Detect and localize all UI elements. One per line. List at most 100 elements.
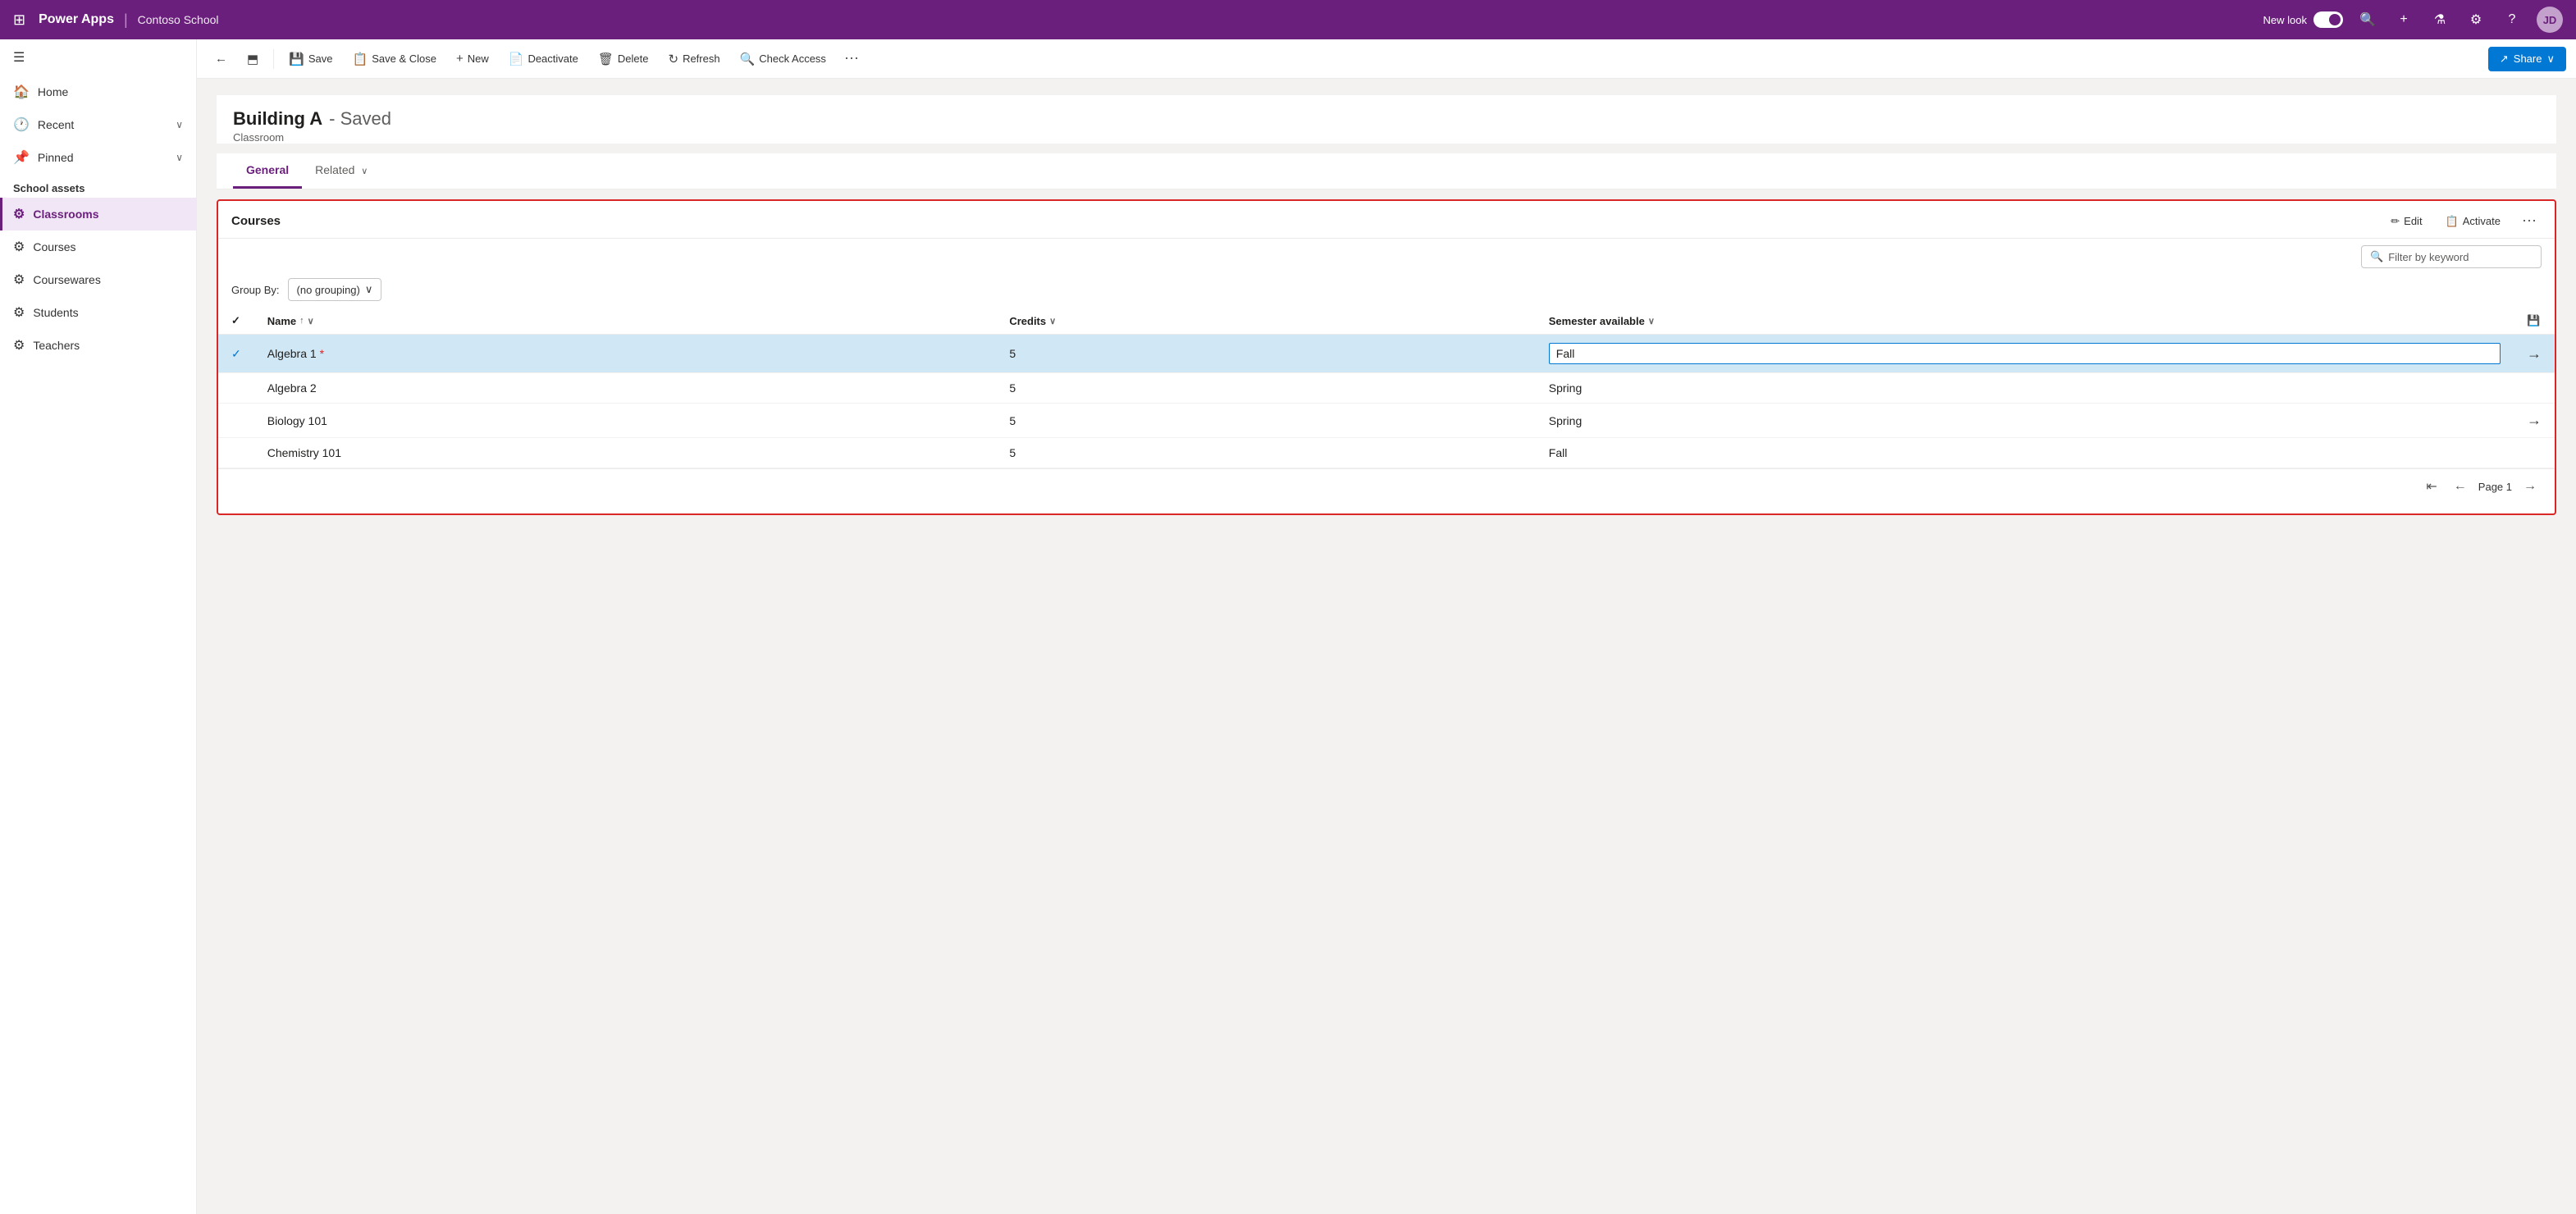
row-credits: 5 [1009,381,1016,395]
avatar[interactable]: JD [2537,7,2563,33]
check-access-button[interactable]: 🔍 Check Access [732,47,834,71]
col-name-sort-dir[interactable]: ∨ [308,316,314,326]
page-first-button[interactable]: ⇤ [2421,476,2441,497]
section-more-icon[interactable]: ⋯ [2517,211,2542,231]
row-check-cell[interactable]: ✓ [218,335,254,373]
groupby-value: (no grouping) [297,284,360,296]
row-check-cell[interactable] [218,404,254,438]
filter-icon[interactable]: ⚗ [2428,8,2451,31]
home-icon: 🏠 [13,84,30,100]
table-row[interactable]: ✓Algebra 1*5Fall→ [218,335,2555,373]
delete-button[interactable]: 🗑 Delete [590,47,657,71]
more-commands-icon[interactable]: ⋯ [838,47,866,71]
tab-button[interactable]: ⬒ [239,47,267,71]
sidebar-item-home[interactable]: 🏠 Home [0,75,196,108]
edit-button[interactable]: ✏ Edit [2384,212,2428,231]
row-name: Chemistry 101 [267,446,341,459]
col-semester-sort[interactable]: ∨ [1648,316,1655,326]
groupby-select[interactable]: (no grouping) ∨ [288,278,382,301]
refresh-button[interactable]: ↻ Refresh [660,47,728,71]
edit-label: Edit [2404,215,2422,227]
save-icon: 💾 [289,52,304,66]
help-icon[interactable]: ? [2501,8,2523,31]
tab-related-label: Related [315,163,354,176]
new-look-toggle[interactable]: New look [2263,11,2343,28]
search-icon[interactable]: 🔍 [2356,8,2379,31]
sidebar-home-label: Home [38,85,68,98]
new-icon: + [456,52,464,66]
waffle-icon[interactable]: ⊞ [13,11,25,29]
filter-input[interactable]: 🔍 Filter by keyword [2361,245,2542,268]
new-button[interactable]: + New [448,47,497,71]
table-row[interactable]: Chemistry 1015Fall [218,438,2555,468]
row-check-cell[interactable] [218,373,254,404]
table-save-icon[interactable]: 💾 [2527,314,2540,326]
back-button[interactable]: ← [207,47,235,71]
sidebar-item-recent[interactable]: 🕐 Recent ∨ [0,108,196,141]
check-access-icon: 🔍 [740,52,756,66]
col-header-check[interactable]: ✓ [218,308,254,335]
row-check-cell[interactable] [218,438,254,468]
sidebar-item-classrooms[interactable]: ⚙ Classrooms [0,198,196,230]
save-close-icon: 📋 [353,52,368,66]
page-next-button[interactable]: → [2519,477,2542,496]
section-title: Courses [231,214,2384,228]
row-name-cell: Chemistry 101 [254,438,997,468]
new-look-switch[interactable] [2313,11,2343,28]
edit-icon: ✏ [2391,215,2400,228]
share-button[interactable]: ↗ Share ∨ [2488,47,2566,71]
pagination-bar: ⇤ ← Page 1 → [218,468,2555,504]
col-credits-sort[interactable]: ∨ [1049,316,1056,326]
tab-general[interactable]: General [233,153,302,189]
row-semester-cell: Spring [1536,404,2514,438]
save-close-button[interactable]: 📋 Save & Close [345,47,445,71]
row-credits-cell: 5 [996,404,1535,438]
row-semester-cell[interactable]: Fall [1536,335,2514,373]
col-header-semester[interactable]: Semester available ∨ [1536,308,2514,335]
sidebar-item-teachers[interactable]: ⚙ Teachers [0,329,196,362]
share-icon: ↗ [2500,52,2509,66]
add-icon[interactable]: + [2392,8,2415,31]
activate-button[interactable]: 📋 Activate [2439,212,2507,231]
row-credits-cell: 5 [996,373,1535,404]
semester-edit-input[interactable]: Fall [1549,343,2501,364]
env-name: Contoso School [138,13,219,26]
sidebar-item-coursewares[interactable]: ⚙ Coursewares [0,263,196,296]
tab-related[interactable]: Related ∨ [302,153,381,189]
record-type: Classroom [233,131,2540,144]
hamburger-icon[interactable]: ☰ [0,39,196,75]
courses-section: Courses ✏ Edit 📋 Activate ⋯ [217,199,2556,515]
page-prev-button[interactable]: ← [2449,477,2472,496]
sidebar-item-courses[interactable]: ⚙ Courses [0,230,196,263]
share-label: Share [2514,52,2542,65]
col-name-label: Name [267,315,296,327]
coursewares-icon: ⚙ [13,272,25,288]
col-header-credits[interactable]: Credits ∨ [996,308,1535,335]
deactivate-button[interactable]: 📄 Deactivate [500,47,587,71]
row-credits-cell: 5 [996,335,1535,373]
row-nav-cell[interactable]: → [2514,335,2555,373]
row-nav-cell [2514,438,2555,468]
main-layout: ☰ 🏠 Home 🕐 Recent ∨ 📌 Pinned ∨ School as… [0,39,2576,1214]
row-semester: Spring [1549,414,1582,427]
refresh-label: Refresh [683,52,720,65]
sidebar-item-pinned[interactable]: 📌 Pinned ∨ [0,141,196,174]
table-row[interactable]: Algebra 25Spring [218,373,2555,404]
table-row[interactable]: Biology 1015Spring→ [218,404,2555,438]
content-area: ← ⬒ 💾 Save 📋 Save & Close + New 📄 Deacti… [197,39,2576,1214]
pinned-icon: 📌 [13,149,30,166]
col-name-sort-asc[interactable]: ↑ [299,316,304,326]
save-button[interactable]: 💾 Save [281,47,340,71]
row-nav-arrow[interactable]: → [2527,345,2542,362]
record-title: Building A [233,108,322,130]
sidebar-item-students[interactable]: ⚙ Students [0,296,196,329]
col-header-name[interactable]: Name ↑ ∨ [254,308,997,335]
sidebar-coursewares-label: Coursewares [33,273,100,286]
row-nav-arrow[interactable]: → [2527,412,2542,428]
refresh-icon: ↻ [668,52,678,66]
row-nav-cell[interactable]: → [2514,404,2555,438]
settings-icon[interactable]: ⚙ [2464,8,2487,31]
record-header: Building A - Saved Classroom [217,95,2556,144]
save-close-label: Save & Close [372,52,436,65]
tab-related-chevron: ∨ [361,167,368,176]
